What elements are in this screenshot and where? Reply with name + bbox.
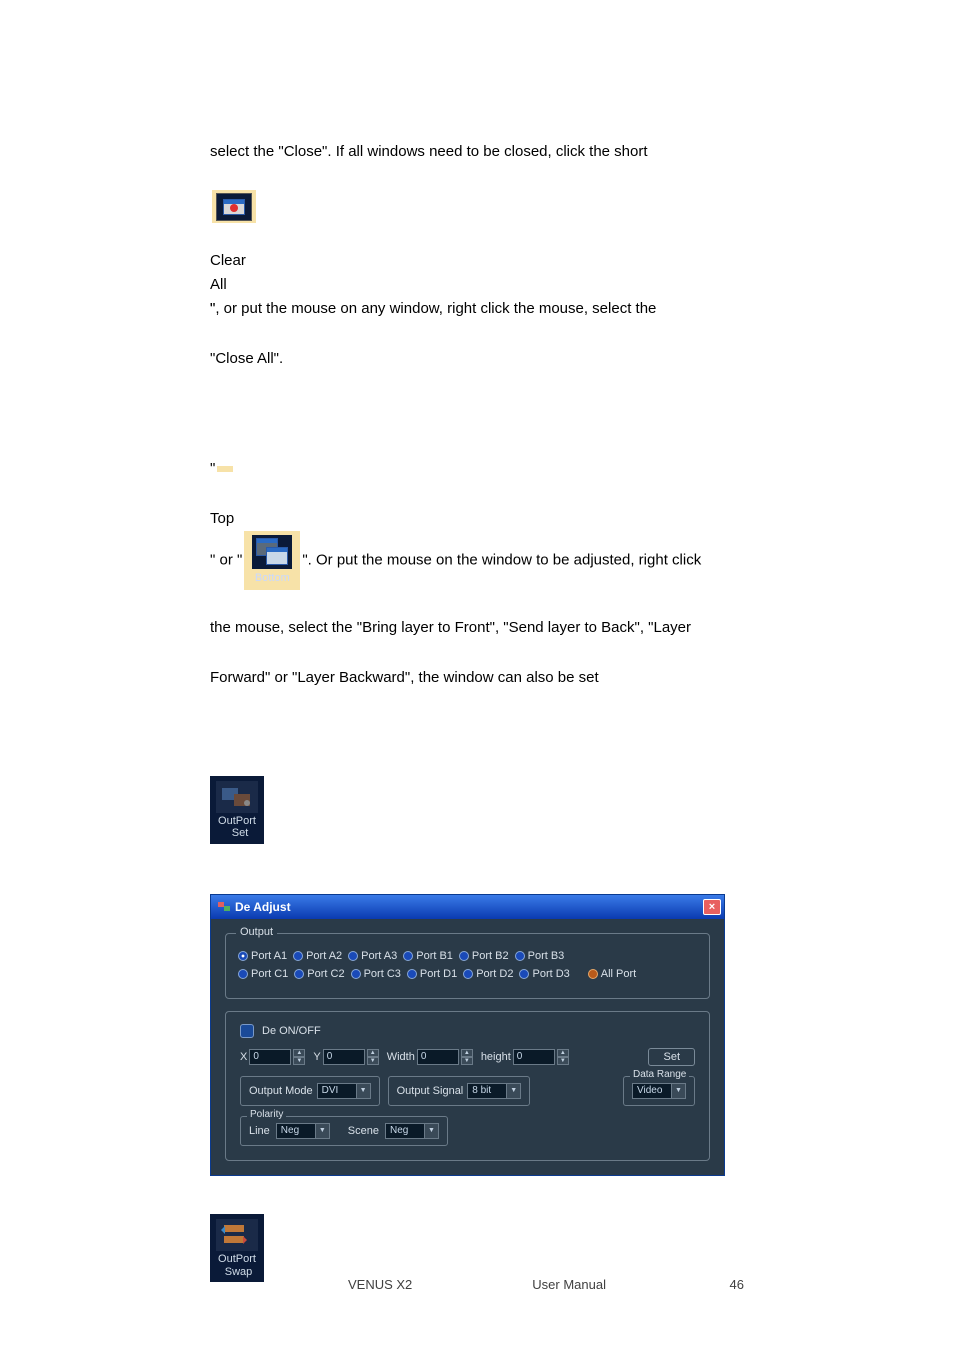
output-mode-label: Output Mode — [249, 1085, 313, 1097]
polarity-legend: Polarity — [247, 1109, 286, 1120]
radio-port-b1[interactable]: Port B1 — [403, 950, 453, 962]
radio-port-b2[interactable]: Port B2 — [459, 950, 509, 962]
set-button[interactable]: Set — [648, 1048, 695, 1066]
radio-port-d1[interactable]: Port D1 — [407, 968, 457, 980]
outport-set-button[interactable]: OutPort Set — [210, 776, 264, 844]
clear-all-label: Clear All — [210, 249, 744, 297]
clear-all-button[interactable] — [212, 190, 256, 223]
page-footer: VENUS X2 User Manual 46 — [0, 1277, 954, 1292]
output-fieldset: Output Port A1 Port A2 Port A3 Port B1 P… — [225, 933, 710, 999]
send-to-bottom-button[interactable]: Bottom — [244, 531, 300, 590]
body-text-3: "Close All". — [210, 347, 744, 371]
footer-page-number: 46 — [730, 1277, 744, 1292]
radio-port-c2[interactable]: Port C2 — [294, 968, 344, 980]
line-select[interactable]: Neg ▼ — [276, 1123, 330, 1139]
dialog-title: De Adjust — [235, 900, 291, 914]
x-label: X — [240, 1051, 247, 1063]
radio-port-b3[interactable]: Port B3 — [515, 950, 565, 962]
radio-port-a1[interactable]: Port A1 — [238, 950, 287, 962]
radio-port-c1[interactable]: Port C1 — [238, 968, 288, 980]
chevron-down-icon: ▼ — [672, 1083, 686, 1099]
de-onoff-checkbox[interactable] — [240, 1024, 254, 1038]
port-row-2: Port C1 Port C2 Port C3 Port D1 Port D2 … — [238, 968, 697, 980]
close-window-icon — [216, 193, 252, 221]
width-label: Width — [387, 1051, 415, 1063]
width-input[interactable]: 0 — [417, 1049, 459, 1065]
radio-port-a2[interactable]: Port A2 — [293, 950, 342, 962]
scene-label: Scene — [348, 1125, 379, 1137]
settings-block: De ON/OFF X 0 ▲▼ Y 0 ▲▼ Width 0 — [225, 1011, 710, 1161]
footer-product: VENUS X2 — [348, 1277, 412, 1292]
body-text-4: " — [210, 457, 744, 481]
de-onoff-label: De ON/OFF — [262, 1025, 321, 1037]
layer-bottom-icon — [252, 535, 292, 569]
body-text-6: Forward" or "Layer Backward", the window… — [210, 666, 744, 690]
body-text-1: select the "Close". If all windows need … — [210, 140, 744, 164]
scene-select[interactable]: Neg ▼ — [385, 1123, 439, 1139]
dialog-icon — [217, 901, 231, 913]
radio-port-d3[interactable]: Port D3 — [519, 968, 569, 980]
radio-port-d2[interactable]: Port D2 — [463, 968, 513, 980]
bring-to-top-button[interactable] — [217, 466, 233, 472]
output-mode-select[interactable]: DVI ▼ — [317, 1083, 371, 1099]
output-legend: Output — [236, 926, 277, 938]
y-spinner[interactable]: ▲▼ — [367, 1049, 379, 1065]
body-text-2 — [210, 190, 744, 223]
body-text-5: the mouse, select the "Bring layer to Fr… — [210, 616, 744, 640]
chevron-down-icon: ▼ — [316, 1123, 330, 1139]
height-label: height — [481, 1051, 511, 1063]
de-adjust-dialog: De Adjust × Output Port A1 Port A2 Port … — [210, 894, 725, 1176]
chevron-down-icon: ▼ — [425, 1123, 439, 1139]
footer-doctype: User Manual — [532, 1277, 606, 1292]
radio-port-a3[interactable]: Port A3 — [348, 950, 397, 962]
dialog-titlebar[interactable]: De Adjust × — [211, 895, 724, 919]
x-spinner[interactable]: ▲▼ — [293, 1049, 305, 1065]
data-range-legend: Data Range — [630, 1069, 689, 1080]
height-spinner[interactable]: ▲▼ — [557, 1049, 569, 1065]
line-label: Line — [249, 1125, 270, 1137]
outport-swap-button[interactable]: OutPort Swap — [210, 1214, 264, 1282]
y-input[interactable]: 0 — [323, 1049, 365, 1065]
width-spinner[interactable]: ▲▼ — [461, 1049, 473, 1065]
height-input[interactable]: 0 — [513, 1049, 555, 1065]
dialog-close-button[interactable]: × — [703, 899, 721, 915]
radio-all-port[interactable]: All Port — [588, 968, 636, 980]
chevron-down-icon: ▼ — [357, 1083, 371, 1099]
port-row-1: Port A1 Port A2 Port A3 Port B1 Port B2 … — [238, 950, 697, 962]
output-signal-label: Output Signal — [397, 1085, 464, 1097]
outport-set-icon — [216, 781, 258, 813]
outport-swap-icon — [216, 1219, 258, 1251]
x-input[interactable]: 0 — [249, 1049, 291, 1065]
output-signal-select[interactable]: 8 bit ▼ — [467, 1083, 521, 1099]
data-range-select[interactable]: Video ▼ — [632, 1083, 686, 1099]
y-label: Y — [313, 1051, 320, 1063]
radio-port-c3[interactable]: Port C3 — [351, 968, 401, 980]
chevron-down-icon: ▼ — [507, 1083, 521, 1099]
